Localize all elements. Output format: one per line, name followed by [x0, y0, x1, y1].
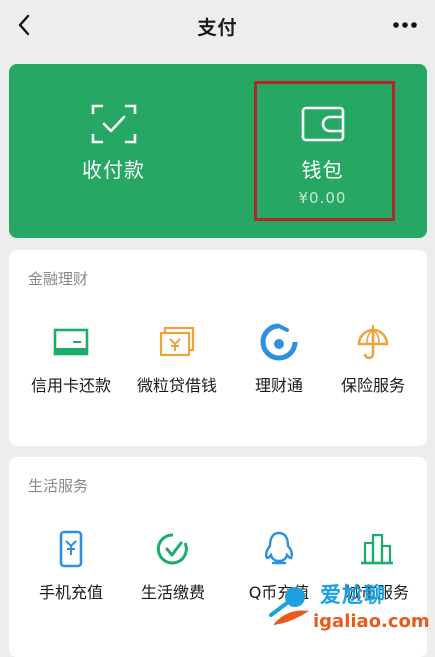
- wallet-highlight-box: [254, 81, 395, 221]
- receive-pay-label: 收付款: [82, 158, 145, 182]
- more-dots-icon: [393, 22, 417, 28]
- more-button[interactable]: [387, 10, 423, 40]
- qq-penguin-icon: [265, 531, 293, 565]
- city-buildings-icon: [361, 533, 393, 565]
- phone-topup-item[interactable]: 手机充值: [19, 529, 123, 603]
- phone-topup-label: 手机充值: [38, 583, 103, 602]
- insurance-umbrella-icon: [357, 325, 389, 360]
- credit-card-repay-item[interactable]: 信用卡还款: [19, 322, 123, 396]
- top-bar: 支付: [0, 0, 435, 52]
- weilidai-item[interactable]: 微粒贷借钱: [125, 322, 229, 396]
- page-title: 支付: [197, 16, 238, 39]
- wallet-card: 收付款 钱包 ¥0.00: [9, 64, 427, 238]
- credit-card-icon: [53, 328, 89, 356]
- chevron-left-icon: [18, 14, 30, 36]
- licaitong-label: 理财通: [254, 376, 303, 395]
- weilidai-label: 微粒贷借钱: [136, 376, 217, 395]
- watermark-text-main: 爱尬聊: [320, 583, 386, 607]
- finance-section: 金融理财 信用卡还款 微粒贷借钱 理财通 保险服务: [9, 250, 427, 446]
- scan-check-icon: [91, 104, 136, 144]
- phone-topup-icon: [59, 530, 83, 568]
- watermark-mascot-icon: [269, 587, 309, 625]
- wealth-icon: [260, 323, 298, 361]
- utility-payment-item[interactable]: 生活缴费: [121, 529, 225, 603]
- insurance-item[interactable]: 保险服务: [321, 322, 425, 396]
- utility-payment-icon: [156, 533, 188, 565]
- receive-pay-button[interactable]: 收付款: [9, 64, 218, 238]
- watermark-text-url: igaliao.com: [313, 611, 430, 632]
- licaitong-item[interactable]: 理财通: [227, 322, 331, 396]
- loan-bill-icon: [159, 326, 195, 357]
- insurance-label: 保险服务: [340, 376, 405, 395]
- utility-payment-label: 生活缴费: [140, 583, 205, 602]
- back-button[interactable]: [8, 8, 40, 42]
- credit-card-repay-label: 信用卡还款: [30, 376, 111, 395]
- watermark-logo: 爱尬聊 igaliao.com: [265, 575, 433, 641]
